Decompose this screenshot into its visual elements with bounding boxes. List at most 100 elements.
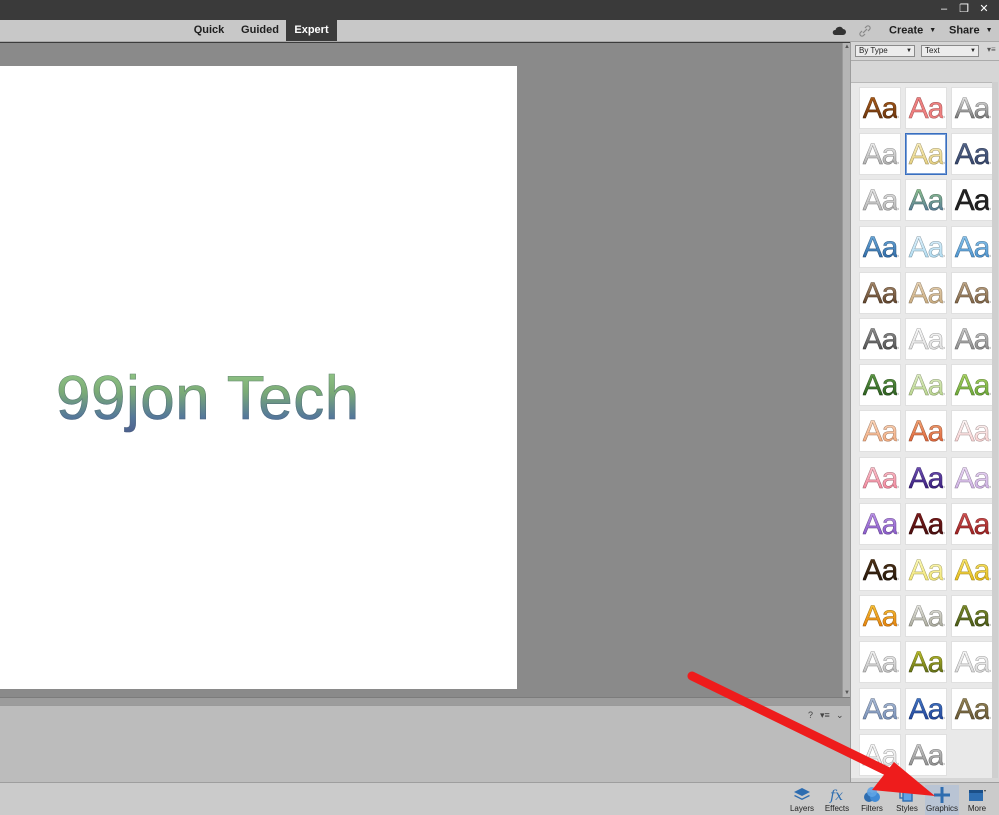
bin-menu-icon[interactable]: ▾≡	[820, 710, 830, 721]
style-swatch[interactable]: Aa	[951, 179, 993, 221]
style-swatch[interactable]: Aa	[951, 641, 993, 683]
type-filter-select[interactable]: By Type ▼	[855, 45, 915, 57]
style-swatch[interactable]: Aa	[951, 272, 993, 314]
swatch-label: Aa	[954, 92, 990, 126]
style-swatch[interactable]: Aa	[905, 226, 947, 268]
style-swatch[interactable]: Aa	[905, 410, 947, 452]
style-swatch[interactable]: Aa	[951, 133, 993, 175]
create-button[interactable]: Create ▼	[889, 20, 936, 41]
style-swatch[interactable]: Aa	[859, 503, 901, 545]
restore-icon[interactable]: ❐	[956, 2, 972, 17]
layers-label: Layers	[789, 804, 814, 813]
style-swatch[interactable]: Aa	[905, 133, 947, 175]
style-swatch[interactable]: Aa	[859, 410, 901, 452]
help-icon[interactable]: ?	[808, 710, 813, 720]
swatch-label: Aa	[862, 369, 898, 403]
style-swatch[interactable]: Aa	[905, 688, 947, 730]
style-swatch[interactable]: Aa	[951, 688, 993, 730]
chevron-down-icon: ▼	[970, 48, 976, 54]
style-swatch[interactable]: Aa	[905, 179, 947, 221]
style-swatch[interactable]: Aa	[905, 641, 947, 683]
swatch-label: Aa	[954, 600, 990, 634]
swatch-label: Aa	[908, 92, 944, 126]
style-swatch[interactable]: Aa	[859, 457, 901, 499]
style-swatch[interactable]: Aa	[859, 595, 901, 637]
style-swatch[interactable]: Aa	[905, 364, 947, 406]
swatch-label: Aa	[908, 508, 944, 542]
panel-scrollbar[interactable]	[992, 82, 998, 778]
graphics-button[interactable]: Graphics	[925, 785, 959, 815]
style-swatch[interactable]: Aa	[905, 595, 947, 637]
layers-button[interactable]: Layers	[785, 785, 819, 815]
style-swatch[interactable]: Aa	[905, 549, 947, 591]
styles-icon	[899, 788, 913, 802]
effects-label: Effects	[824, 804, 850, 813]
collapse-icon[interactable]: ⌄	[836, 710, 844, 721]
style-swatch[interactable]: Aa	[859, 272, 901, 314]
tab-expert[interactable]: Expert	[286, 20, 337, 41]
plus-icon	[934, 787, 950, 803]
minimize-icon[interactable]: –	[936, 2, 952, 17]
style-swatch[interactable]: Aa	[859, 179, 901, 221]
category-filter-value: Text	[925, 46, 940, 55]
swatch-label: Aa	[862, 415, 898, 449]
style-swatch[interactable]: Aa	[951, 226, 993, 268]
style-swatch[interactable]: Aa	[859, 641, 901, 683]
style-swatch[interactable]: Aa	[859, 87, 901, 129]
style-swatch[interactable]: Aa	[951, 87, 993, 129]
swatch-label: Aa	[908, 415, 944, 449]
style-swatch[interactable]: Aa	[905, 272, 947, 314]
style-swatch[interactable]: Aa	[905, 457, 947, 499]
style-gallery[interactable]: Aa Aa Aa Aa Aa Aa Aa Aa Aa Aa Aa Aa Aa Aa Aa Aa Aa Aa Aa Aa…	[851, 82, 998, 778]
style-swatch[interactable]: Aa	[859, 364, 901, 406]
close-icon[interactable]: ✕	[976, 2, 992, 17]
divider	[851, 60, 999, 61]
style-swatch[interactable]: Aa	[859, 688, 901, 730]
document-canvas[interactable]: 99jon Tech	[0, 66, 517, 689]
style-swatch[interactable]: Aa	[951, 457, 993, 499]
swatch-label: Aa	[954, 277, 990, 311]
style-swatch[interactable]: Aa	[905, 734, 947, 776]
chevron-down-icon: ▼	[929, 27, 937, 34]
effects-button[interactable]: fx Effects	[820, 785, 854, 815]
style-swatch[interactable]: Aa	[859, 734, 901, 776]
style-swatch[interactable]: Aa	[859, 318, 901, 360]
swatch-label: Aa	[908, 277, 944, 311]
vertical-scrollbar[interactable]: ▲ ▼	[842, 43, 850, 697]
more-button[interactable]: More	[960, 785, 994, 815]
filters-button[interactable]: Filters	[855, 785, 889, 815]
tab-guided[interactable]: Guided	[236, 20, 284, 41]
swatch-label: Aa	[908, 184, 944, 218]
swatch-label: Aa	[908, 554, 944, 588]
cloud-icon[interactable]	[832, 24, 846, 38]
style-swatch[interactable]: Aa	[859, 226, 901, 268]
style-swatch[interactable]: Aa	[905, 87, 947, 129]
swatch-label: Aa	[862, 508, 898, 542]
workspace[interactable]: 99jon Tech	[0, 43, 842, 697]
tab-quick[interactable]: Quick	[186, 20, 232, 41]
link-icon[interactable]	[858, 24, 872, 38]
share-button[interactable]: Share ▼	[949, 20, 993, 41]
swatch-label: Aa	[954, 462, 990, 496]
style-swatch[interactable]: Aa	[951, 364, 993, 406]
style-swatch[interactable]: Aa	[859, 549, 901, 591]
category-filter-select[interactable]: Text ▼	[921, 45, 979, 57]
panel-menu-icon[interactable]: ▾≡	[987, 45, 996, 54]
filters-icon	[864, 787, 880, 802]
style-swatch[interactable]: Aa	[951, 595, 993, 637]
style-swatch[interactable]: Aa	[905, 503, 947, 545]
style-swatch[interactable]: Aa	[951, 318, 993, 360]
document-text-layer[interactable]: 99jon Tech	[56, 363, 360, 435]
horizontal-scrollbar[interactable]	[0, 697, 850, 705]
style-swatch[interactable]: Aa	[859, 133, 901, 175]
style-swatch[interactable]: Aa	[905, 318, 947, 360]
swatch-label: Aa	[954, 323, 990, 357]
styles-button[interactable]: Styles	[890, 785, 924, 815]
swatch-label: Aa	[908, 231, 944, 265]
style-swatch[interactable]: Aa	[951, 549, 993, 591]
style-swatch[interactable]: Aa	[951, 503, 993, 545]
style-swatch[interactable]: Aa	[951, 410, 993, 452]
swatch-label: Aa	[862, 646, 898, 680]
swatch-label: Aa	[908, 138, 944, 172]
mode-bar: Quick Guided Expert Create ▼ Share ▼	[0, 20, 999, 42]
